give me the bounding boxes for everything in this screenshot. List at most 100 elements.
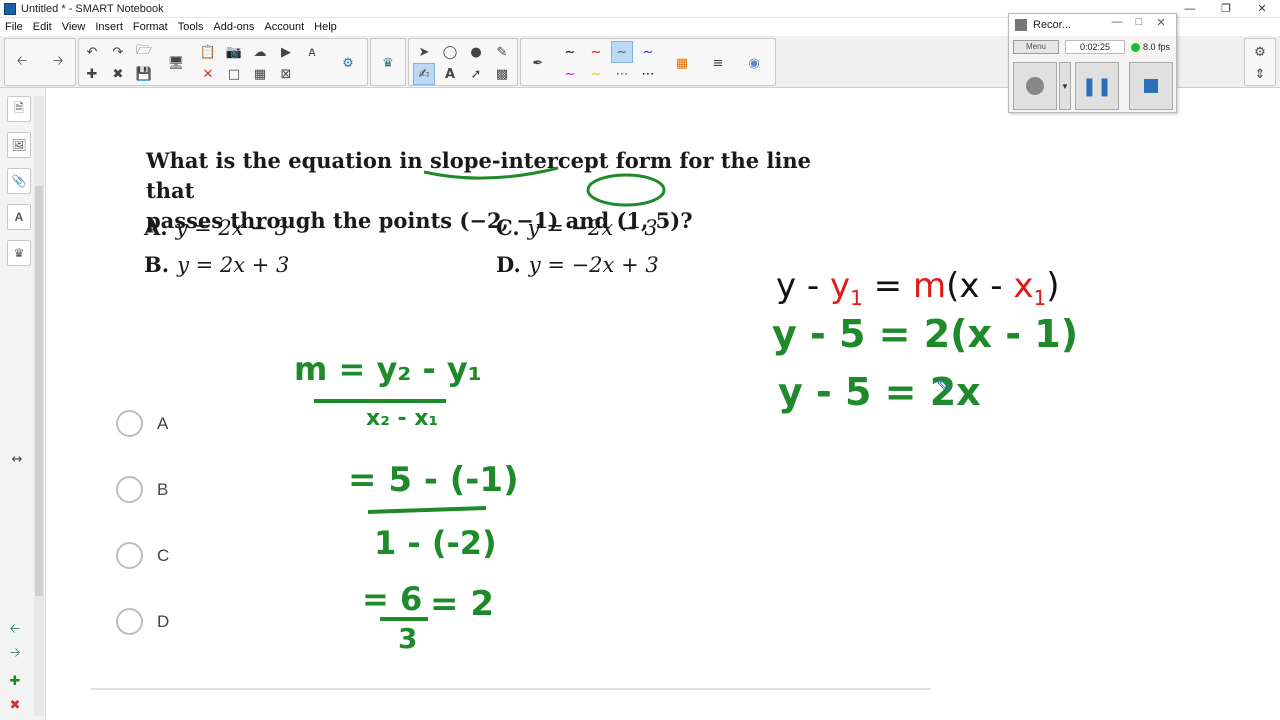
substitution-denominator: 1 - (-2) [374, 524, 497, 562]
paste-icon[interactable]: 📋 [197, 41, 219, 63]
notebook-page[interactable]: What is the equation in slope-intercept … [46, 88, 1280, 720]
pen-green-icon[interactable]: ∼ [611, 41, 633, 63]
prev-page-sidebar-icon[interactable]: 🡠 [4, 620, 26, 642]
menu-help[interactable]: Help [309, 21, 342, 33]
properties-icon[interactable]: A [7, 204, 31, 230]
puzzle-icon[interactable]: ♛ [377, 52, 399, 74]
radio-button[interactable] [116, 476, 143, 503]
record-button[interactable] [1013, 62, 1057, 110]
smart-notebook-window: Untitled * - SMART Notebook — ❐ ✕ File E… [0, 0, 1280, 720]
answer-d: D. y = −2x + 3 [496, 252, 659, 277]
menu-tools[interactable]: Tools [173, 21, 209, 33]
line-tool-icon[interactable]: ➚ [465, 63, 487, 85]
option-c[interactable]: C [116, 542, 169, 569]
clear-icon[interactable]: ⊠ [275, 63, 297, 85]
close-icon[interactable]: ✕ [1244, 0, 1280, 18]
select-icon[interactable]: ➤ [413, 41, 435, 63]
recorder-minimize-icon[interactable]: — [1106, 16, 1128, 29]
fill-icon[interactable]: ● [465, 41, 487, 63]
restore-icon[interactable]: ❐ [1208, 0, 1244, 18]
menu-add-ons[interactable]: Add-ons [208, 21, 259, 33]
display-icon[interactable]: □ [223, 63, 245, 85]
scrollbar-thumb[interactable] [35, 186, 43, 596]
pen-dashed-magenta-icon[interactable]: ⋯ [611, 63, 633, 85]
menu-account[interactable]: Account [259, 21, 309, 33]
screen-shade-icon[interactable]: 🖥 [165, 52, 187, 74]
delete-page-icon[interactable]: ✖ [107, 63, 129, 85]
recorder-maximize-icon[interactable]: □ [1128, 16, 1150, 29]
navigation-group: 🡠 🡢 [4, 38, 76, 86]
stop-button[interactable] [1129, 62, 1173, 110]
menu-view[interactable]: View [57, 21, 91, 33]
next-page-icon[interactable]: 🡢 [47, 52, 69, 74]
gear-icon[interactable]: ⚙ [1249, 41, 1271, 63]
option-a[interactable]: A [116, 410, 168, 437]
toolbar-move-icon[interactable]: ⇕ [1249, 63, 1271, 85]
radio-button[interactable] [116, 410, 143, 437]
radio-button[interactable] [116, 542, 143, 569]
answer-letter: A. [144, 215, 168, 240]
window-controls: — ❐ ✕ [1172, 0, 1280, 18]
pen-blue-icon[interactable]: ∼ [637, 41, 659, 63]
pen-red-icon[interactable]: ∼ [585, 41, 607, 63]
question-line-1: What is the equation in slope-intercept … [146, 148, 812, 203]
recorder-close-icon[interactable]: ✕ [1150, 16, 1172, 29]
redo-icon[interactable]: ↷ [107, 41, 129, 63]
option-b[interactable]: B [116, 476, 168, 503]
record-dropdown-button[interactable]: ▼ [1059, 62, 1071, 110]
text-recognition-icon[interactable]: ᴀ [301, 41, 323, 63]
delete-icon[interactable]: ✕ [197, 63, 219, 85]
shapes-icon[interactable]: ◯ [439, 41, 461, 63]
menu-insert[interactable]: Insert [90, 21, 128, 33]
attachments-icon[interactable]: 📎 [7, 168, 31, 194]
menu-file[interactable]: File [0, 21, 28, 33]
pause-button[interactable]: ❚❚ [1075, 62, 1119, 110]
previous-page-icon[interactable]: 🡠 [11, 52, 33, 74]
sidebar-scrollbar[interactable] [34, 96, 44, 716]
pen-yellow-icon[interactable]: ∼ [585, 63, 607, 85]
table-icon[interactable]: ▦ [249, 63, 271, 85]
video-icon[interactable]: ▶ [275, 41, 297, 63]
save-icon[interactable]: 💾 [133, 63, 155, 85]
camera-icon[interactable]: 📷 [223, 41, 245, 63]
magic-pen-icon[interactable]: ✎ [491, 41, 513, 63]
pen-type-icon[interactable]: ✒ [527, 52, 549, 74]
formula-close: ) [1046, 266, 1060, 306]
sidebar: 🗎 🖼 📎 A ♛ ↔ 🡠 🡢 ✚ ✖ [0, 88, 46, 720]
text-tool-icon[interactable]: A [439, 63, 461, 85]
page-sorter-icon[interactable]: 🗎 [7, 96, 31, 122]
open-icon[interactable]: 🗁 [133, 41, 155, 63]
menu-edit[interactable]: Edit [28, 21, 57, 33]
answer-letter: D. [496, 252, 521, 277]
resize-sidebar-icon[interactable]: ↔ [6, 448, 28, 470]
pen-dashed-black-icon[interactable]: ⋯ [637, 63, 659, 85]
answer-text: y = −2x − 3 [527, 216, 658, 240]
delete-page-sidebar-icon[interactable]: ✖ [4, 694, 26, 716]
answer-text: y = 2x − 3 [175, 216, 288, 240]
color-palette-icon[interactable]: ▦ [671, 52, 693, 74]
smart-notebook-icon [4, 2, 16, 15]
add-ons-icon[interactable]: ⚙ [337, 52, 359, 74]
transparency-icon[interactable]: ◉ [743, 52, 765, 74]
eraser-icon[interactable]: ▩ [491, 63, 513, 85]
document-camera-icon[interactable]: ☁ [249, 41, 271, 63]
add-page-icon[interactable]: ✚ [81, 63, 103, 85]
gallery-icon[interactable]: 🖼 [7, 132, 31, 158]
undo-icon[interactable]: ↶ [81, 41, 103, 63]
add-ons-sidebar-icon[interactable]: ♛ [7, 240, 31, 266]
option-d[interactable]: D [116, 608, 169, 635]
add-page-sidebar-icon[interactable]: ✚ [4, 670, 26, 692]
option-label: D [157, 611, 170, 631]
pen-magenta-icon[interactable]: ∼ [559, 63, 581, 85]
line-style-icon[interactable]: ≡ [707, 52, 729, 74]
next-page-sidebar-icon[interactable]: 🡢 [4, 644, 26, 666]
menu-format[interactable]: Format [128, 21, 173, 33]
pen-black-icon[interactable]: ∼ [559, 41, 581, 63]
formula-y: y [776, 266, 797, 306]
pen-tool-icon[interactable]: ✍ [413, 63, 435, 85]
formula-y1: y1 [830, 266, 863, 310]
formula-x1-var: x [1013, 266, 1034, 306]
radio-button[interactable] [116, 608, 143, 635]
recorder-menu-button[interactable]: Menu [1013, 40, 1059, 54]
minimize-icon[interactable]: — [1172, 0, 1208, 18]
